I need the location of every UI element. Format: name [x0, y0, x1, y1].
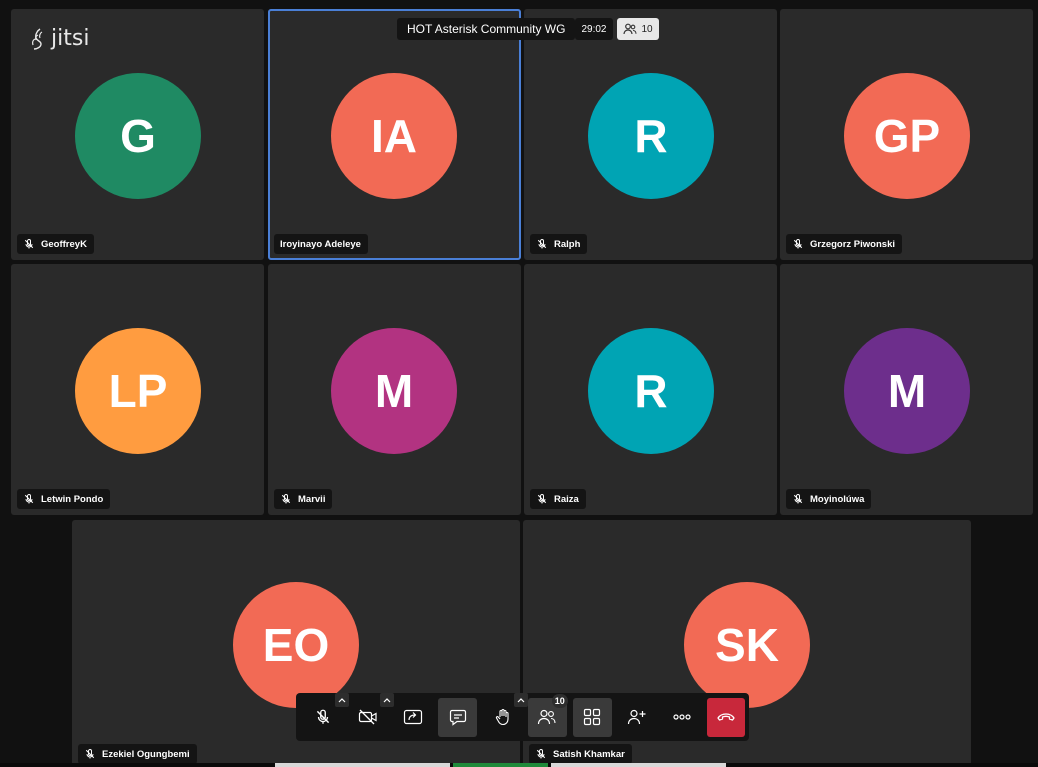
name-tag: Raiza — [530, 489, 586, 509]
avatar: EO — [233, 582, 359, 708]
tile-view-button[interactable] — [572, 697, 612, 737]
name-tag: Ralph — [530, 234, 588, 254]
participant-tile[interactable]: IA Iroyinayo Adeleye — [268, 9, 521, 260]
chevron-up-icon — [517, 697, 525, 702]
microphone-off-icon — [317, 709, 330, 724]
share-screen-button[interactable] — [394, 698, 433, 737]
invite-button[interactable] — [618, 698, 657, 737]
avatar: IA — [331, 73, 457, 199]
avatar: R — [588, 328, 714, 454]
participant-tile[interactable]: M Moyinolúwa — [780, 264, 1033, 515]
participant-tile[interactable]: R Raiza — [524, 264, 777, 515]
meeting-title: HOT Asterisk Community WG — [397, 18, 576, 40]
participant-name: Marvii — [298, 493, 326, 505]
more-options-button[interactable] — [662, 698, 701, 737]
name-tag: Satish Khamkar — [529, 744, 632, 764]
participant-count: 10 — [641, 23, 653, 35]
raise-hand-button[interactable] — [483, 692, 528, 737]
participant-name: Letwin Pondo — [41, 493, 104, 505]
microphone-off-icon — [85, 749, 95, 759]
name-tag: Iroyinayo Adeleye — [274, 234, 368, 254]
microphone-off-icon — [24, 494, 34, 504]
participant-tile[interactable]: R Ralph — [524, 9, 777, 260]
conference-stage: G GeoffreyK IA Iroyinayo Adeleye R Ralph… — [0, 0, 1038, 767]
meeting-header: HOT Asterisk Community WG 29:02 10 — [397, 18, 659, 40]
participants-icon — [622, 23, 637, 35]
participants-icon — [538, 709, 556, 725]
strip-segment — [551, 763, 726, 767]
jitsi-logo-icon — [32, 27, 43, 50]
strip-segment — [453, 763, 548, 767]
microphone-button[interactable] — [304, 692, 349, 737]
name-tag: Grzegorz Piwonski — [786, 234, 902, 254]
camera-off-icon — [359, 709, 377, 725]
invite-icon — [627, 709, 646, 725]
share-screen-icon — [403, 709, 423, 725]
jitsi-logo: jitsi — [28, 26, 89, 51]
participant-name: Ezekiel Ogungbemi — [102, 748, 190, 760]
logo-text: jitsi — [51, 26, 90, 51]
name-tag: Letwin Pondo — [17, 489, 111, 509]
microphone-off-icon — [281, 494, 291, 504]
participant-tile[interactable]: LP Letwin Pondo — [11, 264, 264, 515]
microphone-off-icon — [537, 494, 547, 504]
participant-name: Iroyinayo Adeleye — [280, 238, 361, 250]
participant-name: Ralph — [554, 238, 581, 250]
name-tag: GeoffreyK — [17, 234, 94, 254]
bottom-strip — [0, 763, 1038, 767]
raise-hand-icon — [495, 708, 509, 726]
camera-button[interactable] — [349, 692, 394, 737]
name-tag: Ezekiel Ogungbemi — [78, 744, 197, 764]
avatar: SK — [684, 582, 810, 708]
name-tag: Moyinolúwa — [786, 489, 872, 509]
meeting-timer: 29:02 — [575, 18, 613, 40]
microphone-off-icon — [793, 494, 803, 504]
avatar: G — [75, 73, 201, 199]
participant-name: Moyinolúwa — [810, 493, 865, 505]
chat-icon — [449, 709, 466, 726]
name-tag: Marvii — [274, 489, 333, 509]
participant-name: Grzegorz Piwonski — [810, 238, 895, 250]
avatar: M — [331, 328, 457, 454]
toolbar: 10 — [296, 692, 749, 741]
avatar: LP — [75, 328, 201, 454]
microphone-options-caret[interactable] — [334, 692, 349, 707]
microphone-off-icon — [537, 239, 547, 249]
avatar: R — [588, 73, 714, 199]
tile-view-icon — [584, 708, 601, 726]
participants-badge: 10 — [551, 693, 568, 708]
avatar: M — [844, 328, 970, 454]
participant-tile[interactable]: GP Grzegorz Piwonski — [780, 9, 1033, 260]
microphone-off-icon — [24, 239, 34, 249]
hangup-icon — [717, 713, 735, 721]
participant-tile[interactable]: M Marvii — [268, 264, 521, 515]
avatar: GP — [844, 73, 970, 199]
more-options-icon — [673, 714, 691, 720]
chat-button[interactable] — [438, 697, 478, 737]
chevron-up-icon — [338, 697, 346, 702]
participant-name: Raiza — [554, 493, 579, 505]
microphone-off-icon — [793, 239, 803, 249]
participants-button[interactable]: 10 — [527, 693, 568, 737]
participant-name: GeoffreyK — [41, 238, 87, 250]
hangup-button[interactable] — [707, 697, 745, 737]
participant-count-button[interactable]: 10 — [616, 18, 659, 40]
chevron-up-icon — [383, 697, 391, 702]
camera-options-caret[interactable] — [379, 692, 394, 707]
microphone-off-icon — [536, 749, 546, 759]
participant-name: Satish Khamkar — [553, 748, 625, 760]
strip-segment — [275, 763, 450, 767]
reactions-options-caret[interactable] — [513, 692, 528, 707]
